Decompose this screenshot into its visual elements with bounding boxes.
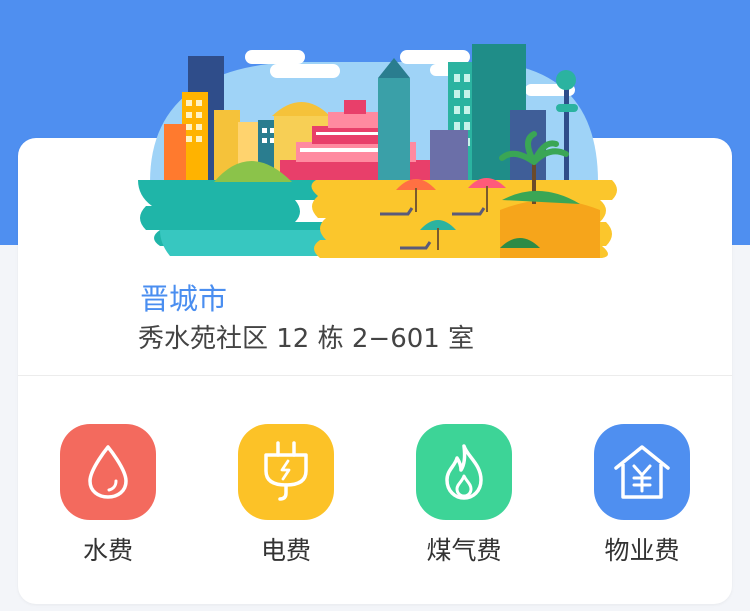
divider	[18, 375, 732, 376]
city-illustration	[138, 44, 617, 258]
city-name: 晋城市	[140, 282, 228, 316]
property-fee-label: 物业费	[604, 536, 680, 565]
flame-icon	[445, 444, 483, 500]
gas-bill-label: 煤气费	[426, 536, 502, 565]
house-yen-icon	[614, 445, 670, 499]
gas-bill-button[interactable]: 煤气费	[394, 424, 534, 566]
water-bill-button[interactable]: 水费	[38, 424, 178, 566]
electricity-bill-button[interactable]: 电费	[216, 424, 356, 566]
property-fee-icon-box	[594, 424, 690, 520]
gas-bill-icon-box	[416, 424, 512, 520]
water-bill-label: 水费	[82, 536, 133, 565]
water-bill-icon-box	[60, 424, 156, 520]
property-fee-button[interactable]: 物业费	[572, 424, 712, 566]
electricity-bill-label: 电费	[260, 536, 311, 565]
address-text: 秀水苑社区 12 栋 2−601 室	[138, 324, 475, 354]
electricity-bill-icon-box	[238, 424, 334, 520]
electric-plug-icon	[264, 441, 308, 501]
water-drop-icon	[88, 445, 128, 499]
